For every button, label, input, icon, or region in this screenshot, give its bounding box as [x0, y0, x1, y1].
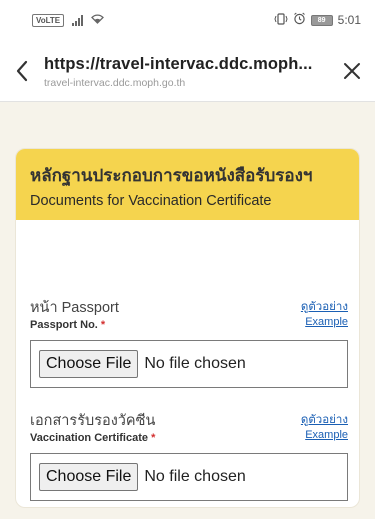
card-title-thai: หลักฐานประกอบการขอหนังสือรับรองฯ [30, 166, 313, 185]
passport-label-thai: หน้า Passport [30, 300, 119, 316]
passport-example-link[interactable]: ดูตัวอย่าง Example [301, 299, 348, 328]
url-display[interactable]: https://travel-intervac.ddc.moph... trav… [44, 53, 329, 89]
passport-choose-file-button[interactable]: Choose File [39, 350, 139, 378]
vaccination-field: เอกสารรับรองวัคซีน Vaccination Certifica… [30, 412, 348, 501]
back-arrow-icon [16, 60, 28, 81]
url-main-text: https://travel-intervac.ddc.moph... [44, 54, 313, 73]
passport-labels: หน้า Passport Passport No. * [30, 299, 119, 331]
browser-url-bar: https://travel-intervac.ddc.moph... trav… [0, 40, 375, 102]
battery-level: 89 [317, 16, 326, 24]
passport-example-english[interactable]: Example [301, 316, 348, 328]
vaccination-choose-file-button[interactable]: Choose File [39, 463, 139, 491]
vaccination-label-row: เอกสารรับรองวัคซีน Vaccination Certifica… [30, 412, 348, 444]
passport-label-row: หน้า Passport Passport No. * ดูตัวอย่าง … [30, 299, 348, 331]
signal-icon [72, 14, 84, 26]
documents-card: หลักฐานประกอบการขอหนังสือรับรองฯ Documen… [15, 148, 360, 508]
required-asterisk: * [151, 432, 156, 444]
status-bar: VoLTE 89 5:01 [0, 0, 375, 40]
battery-icon: 89 [310, 14, 333, 26]
close-button[interactable] [329, 40, 375, 102]
status-left-group: VoLTE [32, 13, 105, 27]
vaccination-label-english-text: Vaccination Certificate [30, 432, 148, 444]
vaccination-label-thai: เอกสารรับรองวัคซีน [30, 413, 156, 429]
status-right-group: 89 5:01 [274, 12, 361, 28]
passport-file-status: No file chosen [144, 355, 246, 372]
close-icon [344, 62, 360, 79]
volte-badge: VoLTE [32, 13, 65, 27]
back-button[interactable] [0, 40, 44, 102]
passport-file-input[interactable]: Choose File No file chosen [30, 340, 348, 388]
passport-example-thai[interactable]: ดูตัวอย่าง [301, 299, 348, 315]
alarm-icon [293, 12, 306, 28]
url-domain-text: travel-intervac.ddc.moph.go.th [44, 76, 186, 89]
status-time: 5:01 [337, 13, 361, 27]
passport-field: หน้า Passport Passport No. * ดูตัวอย่าง … [30, 299, 348, 388]
vaccination-file-input[interactable]: Choose File No file chosen [30, 453, 348, 501]
vaccination-label-english: Vaccination Certificate * [30, 432, 155, 444]
passport-label-english-text: Passport No. [30, 319, 98, 331]
passport-label-english: Passport No. * [30, 319, 119, 331]
vaccination-example-thai[interactable]: ดูตัวอย่าง [301, 412, 348, 428]
card-header: หลักฐานประกอบการขอหนังสือรับรองฯ Documen… [16, 149, 359, 220]
vibrate-icon [274, 12, 288, 28]
page-content: หลักฐานประกอบการขอหนังสือรับรองฯ Documen… [0, 103, 375, 519]
required-asterisk: * [100, 319, 106, 331]
vaccination-labels: เอกสารรับรองวัคซีน Vaccination Certifica… [30, 412, 155, 444]
vaccination-example-link[interactable]: ดูตัวอย่าง Example [301, 412, 348, 441]
wifi-icon [91, 13, 105, 27]
vaccination-file-status: No file chosen [144, 468, 246, 485]
vaccination-example-english[interactable]: Example [301, 429, 348, 441]
card-title-english: Documents for Vaccination Certificate [30, 193, 272, 209]
